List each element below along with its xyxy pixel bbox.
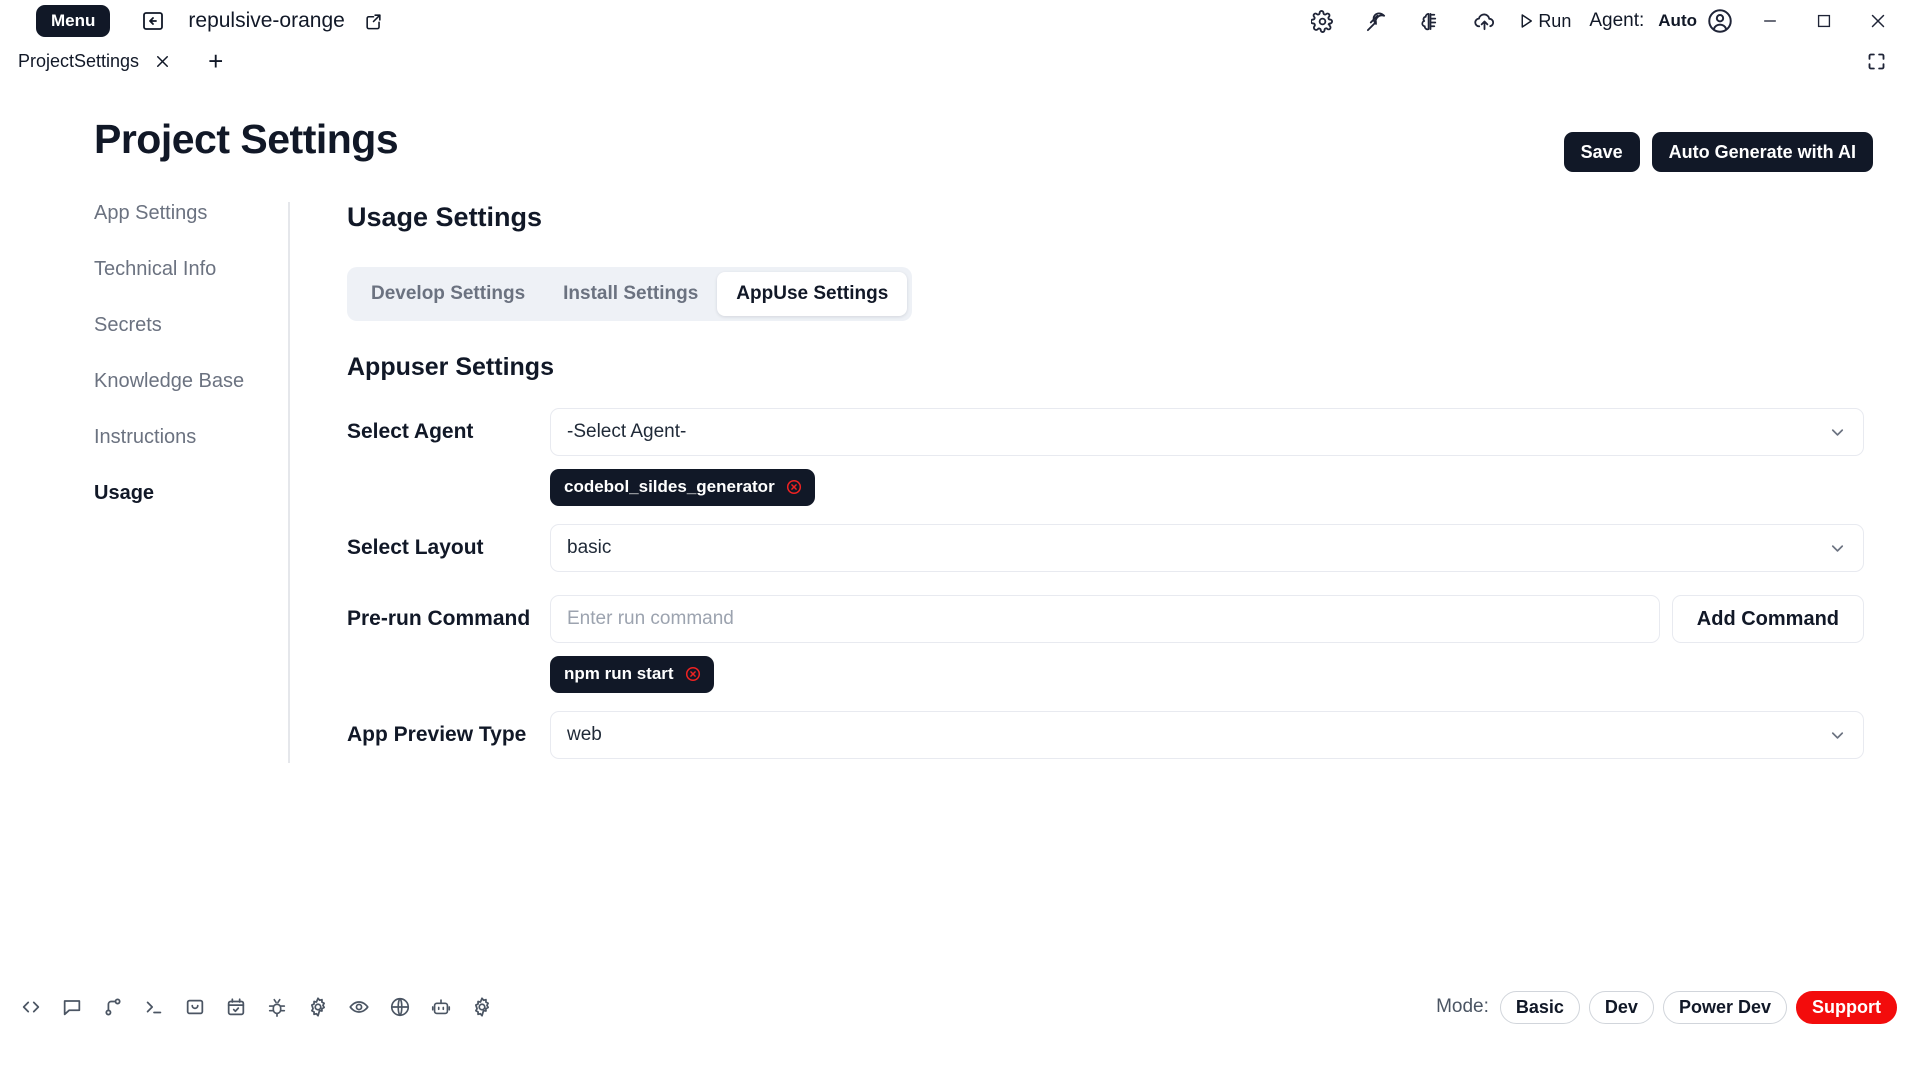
pre-run-command-placeholder: Enter run command — [567, 608, 734, 629]
select-layout-value: basic — [567, 537, 612, 558]
app-preview-type-dropdown[interactable]: web — [550, 711, 1864, 759]
sidebar-item-technical-info[interactable]: Technical Info — [94, 258, 278, 281]
select-agent-value: -Select Agent- — [567, 421, 687, 442]
robot-icon[interactable] — [420, 987, 461, 1027]
pre-run-command-chips: npm run start — [347, 647, 1864, 711]
user-circle-icon[interactable] — [1697, 0, 1743, 42]
external-link-icon[interactable] — [361, 8, 387, 34]
sidebar-item-knowledge-base[interactable]: Knowledge Base — [94, 370, 278, 393]
select-layout-dropdown[interactable]: basic — [550, 524, 1864, 572]
pre-run-command-label: Pre-run Command — [347, 607, 531, 630]
eye-icon[interactable] — [338, 987, 379, 1027]
mode-selector: Mode: Basic Dev Power Dev Support — [1436, 990, 1905, 1024]
page-header: Project Settings Save Auto Generate with… — [0, 80, 1919, 172]
chip-selected-agent: codebol_sildes_generator — [550, 469, 815, 506]
select-agent-label: Select Agent — [347, 420, 474, 443]
usage-tabgroup: Develop Settings Install Settings AppUse… — [347, 267, 913, 321]
inbox-icon[interactable] — [174, 987, 215, 1027]
sidebar-item-app-settings[interactable]: App Settings — [94, 202, 278, 225]
maximize-icon[interactable] — [1797, 0, 1851, 42]
play-icon — [1521, 14, 1533, 28]
brain-circuit-icon[interactable] — [1403, 0, 1457, 42]
calendar-check-icon[interactable] — [215, 987, 256, 1027]
select-agent-dropdown[interactable]: -Select Agent- — [550, 408, 1864, 456]
add-command-button[interactable]: Add Command — [1671, 595, 1864, 643]
row-pre-run-command: Pre-run Command Enter run command Add Co… — [347, 595, 1864, 643]
chevron-down-icon — [1828, 423, 1847, 442]
run-button[interactable]: Run — [1511, 11, 1583, 32]
chip-label: npm run start — [564, 664, 674, 683]
settings-body: App Settings Technical Info Secrets Know… — [0, 172, 1919, 763]
select-agent-chips: codebol_sildes_generator — [347, 460, 1864, 524]
new-tab-button[interactable]: + — [202, 48, 229, 74]
agent-value[interactable]: Auto — [1658, 11, 1697, 31]
tab-develop-settings[interactable]: Develop Settings — [352, 272, 544, 316]
mode-label: Mode: — [1436, 996, 1489, 1017]
close-icon[interactable] — [153, 52, 172, 71]
tabstrip-right — [1859, 44, 1905, 78]
mode-power-dev-button[interactable]: Power Dev — [1662, 990, 1787, 1024]
remove-circle-icon[interactable] — [785, 478, 803, 496]
page-container: Project Settings Save Auto Generate with… — [0, 80, 1919, 1031]
mode-dev-button[interactable]: Dev — [1588, 990, 1654, 1024]
project-name: repulsive-orange — [188, 9, 345, 32]
cloud-upload-icon[interactable] — [1457, 0, 1511, 42]
section-title: Usage Settings — [347, 202, 543, 232]
chip-pre-run-command: npm run start — [550, 656, 714, 693]
row-select-agent: Select Agent -Select Agent- — [347, 408, 1864, 456]
agent-label: Agent: — [1589, 10, 1645, 31]
tab-label: ProjectSettings — [18, 50, 140, 71]
settings-sidebar: App Settings Technical Info Secrets Know… — [94, 202, 290, 763]
menu-button[interactable]: Menu — [36, 5, 111, 37]
globe-icon[interactable] — [379, 987, 420, 1027]
status-bar: Mode: Basic Dev Power Dev Support — [0, 983, 1919, 1031]
page-title: Project Settings — [94, 116, 399, 162]
row-select-layout: Select Layout basic — [347, 524, 1864, 572]
back-arrow-boxed-icon[interactable] — [138, 6, 168, 36]
save-button[interactable]: Save — [1563, 132, 1640, 172]
chevron-down-icon — [1828, 539, 1847, 558]
tab-strip: ProjectSettings + — [0, 42, 1919, 80]
pre-run-command-input[interactable]: Enter run command — [550, 595, 1660, 643]
fullscreen-icon[interactable] — [1859, 44, 1893, 78]
close-icon[interactable] — [1851, 0, 1905, 42]
gear-icon[interactable] — [1295, 0, 1349, 42]
gear-icon[interactable] — [297, 987, 338, 1027]
row-app-preview-type: App Preview Type web — [347, 711, 1864, 759]
sidebar-item-instructions[interactable]: Instructions — [94, 426, 278, 449]
chevron-down-icon — [1828, 726, 1847, 745]
tab-appuse-settings[interactable]: AppUse Settings — [717, 272, 908, 316]
auto-generate-with-ai-button[interactable]: Auto Generate with AI — [1651, 132, 1873, 172]
titlebar-actions: Run Agent: Auto — [1295, 0, 1905, 42]
chip-label: codebol_sildes_generator — [564, 477, 775, 496]
pickaxe-icon[interactable] — [1349, 0, 1403, 42]
status-bar-icons — [10, 987, 502, 1027]
settings-content: Usage Settings Develop Settings Install … — [290, 202, 1919, 763]
minimize-icon[interactable] — [1743, 0, 1797, 42]
tab-install-settings[interactable]: Install Settings — [544, 272, 717, 316]
git-branch-icon[interactable] — [92, 987, 133, 1027]
select-layout-label: Select Layout — [347, 536, 484, 559]
mode-basic-button[interactable]: Basic — [1499, 990, 1580, 1024]
terminal-icon[interactable] — [133, 987, 174, 1027]
run-label: Run — [1538, 10, 1572, 31]
gear-icon[interactable] — [461, 987, 502, 1027]
sub-title: Appuser Settings — [347, 353, 554, 381]
chat-bubble-icon[interactable] — [51, 987, 92, 1027]
app-preview-type-value: web — [567, 724, 602, 745]
code-brackets-icon[interactable] — [10, 987, 51, 1027]
sidebar-item-secrets[interactable]: Secrets — [94, 314, 278, 337]
support-button[interactable]: Support — [1796, 990, 1897, 1024]
tab-projectsettings[interactable]: ProjectSettings — [14, 51, 178, 72]
remove-circle-icon[interactable] — [684, 665, 702, 683]
app-preview-type-label: App Preview Type — [347, 723, 527, 746]
sidebar-item-usage[interactable]: Usage — [94, 482, 278, 505]
bug-icon[interactable] — [256, 987, 297, 1027]
window-titlebar: Menu repulsive-orange Run Agent: Auto — [0, 0, 1919, 42]
header-actions: Save Auto Generate with AI — [1563, 116, 1873, 172]
